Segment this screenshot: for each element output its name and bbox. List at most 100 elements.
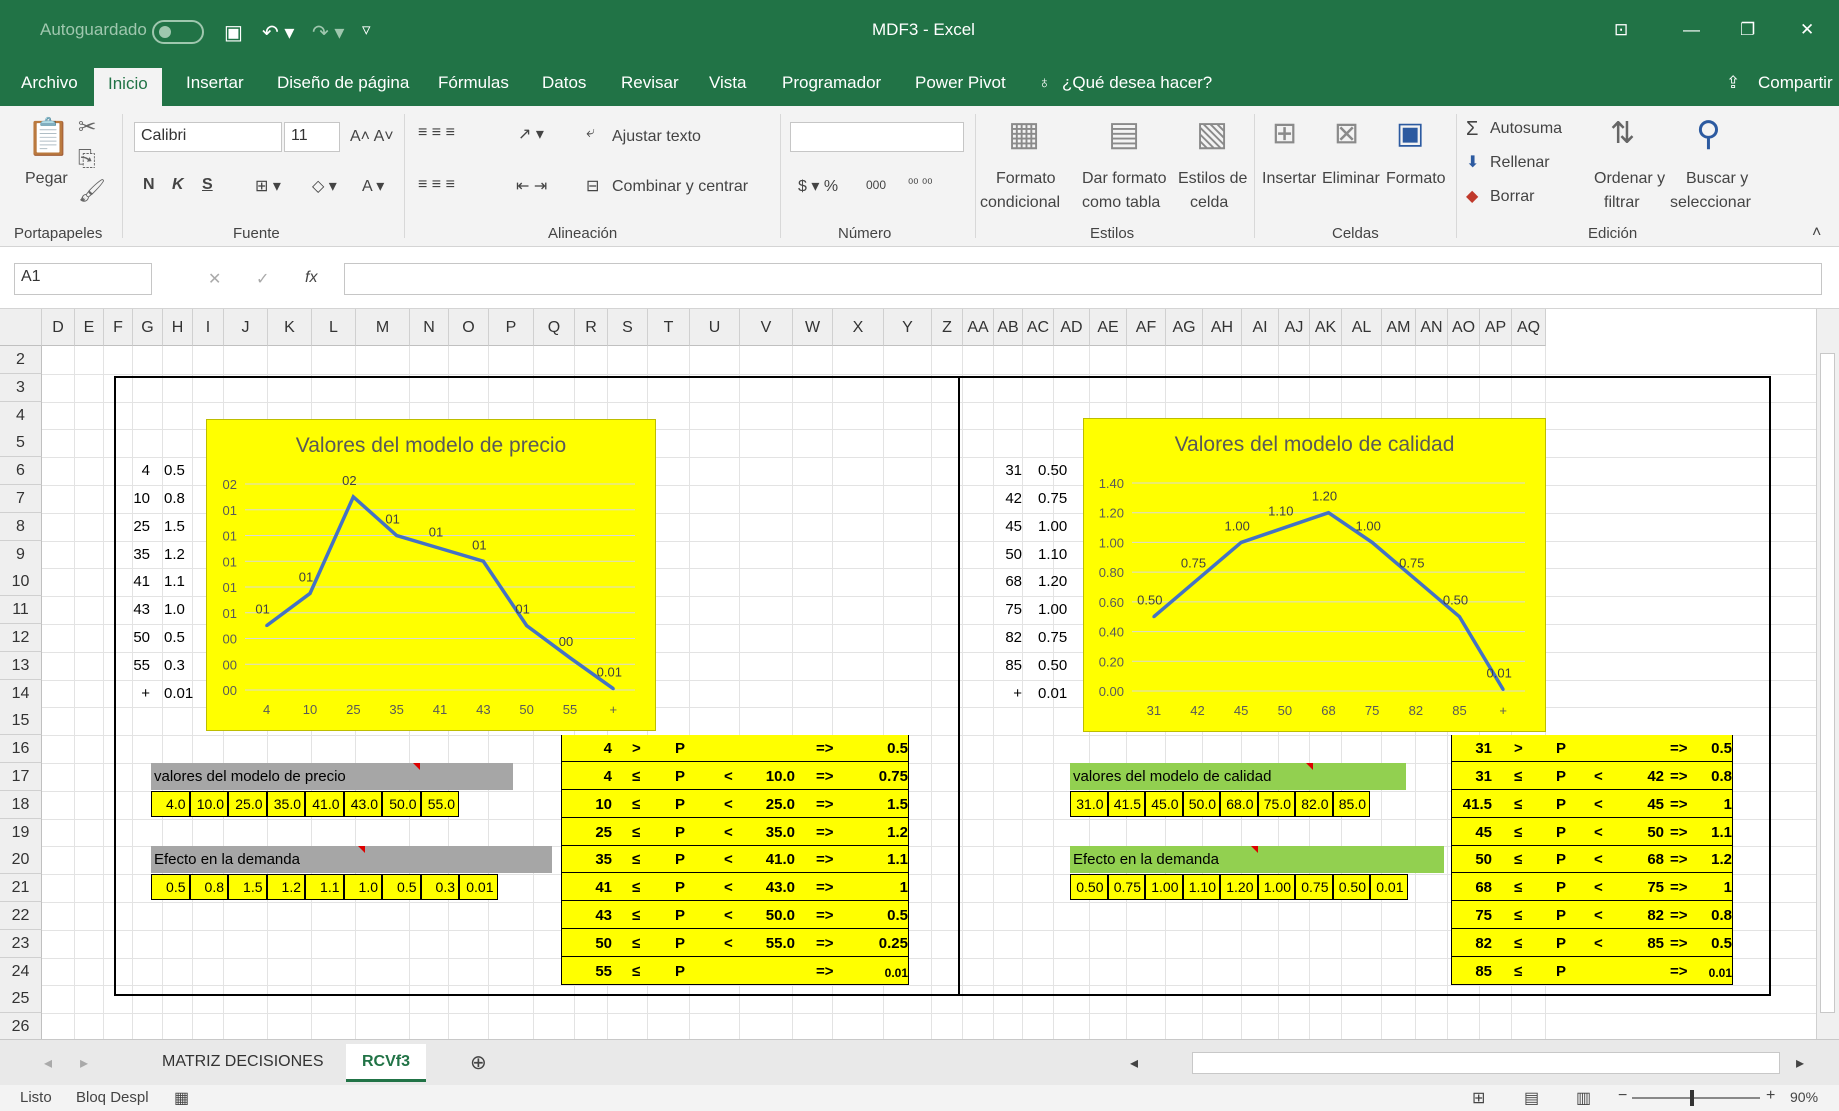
- align-left-icon[interactable]: ≡ ≡ ≡: [418, 176, 455, 194]
- sheet-tab-rcvf3[interactable]: RCVf3: [346, 1044, 427, 1082]
- sheet-tab-matriz[interactable]: MATRIZ DECISIONES: [162, 1053, 324, 1071]
- paste-button[interactable]: Pegar: [25, 170, 68, 188]
- row-header[interactable]: 20: [0, 846, 42, 875]
- column-header[interactable]: U: [690, 309, 740, 346]
- column-header[interactable]: K: [268, 309, 312, 346]
- row-header[interactable]: 22: [0, 902, 42, 930]
- decimal-icons[interactable]: ⁰⁰ ⁰⁰: [908, 176, 932, 192]
- enter-icon[interactable]: ✓: [256, 269, 269, 289]
- row-header[interactable]: 25: [0, 985, 42, 1014]
- column-header[interactable]: R: [575, 309, 608, 346]
- tab-formulas[interactable]: Fórmulas: [438, 73, 509, 93]
- merge-center-button[interactable]: Combinar y centrar: [612, 178, 748, 196]
- row-header[interactable]: 3: [0, 373, 42, 402]
- prev-sheet-icon[interactable]: ◂: [44, 1053, 52, 1073]
- indent-icon[interactable]: ⇤ ⇥: [516, 176, 547, 196]
- row-header[interactable]: 13: [0, 651, 42, 680]
- row-header[interactable]: 17: [0, 763, 42, 791]
- hscroll-left-icon[interactable]: ◂: [1130, 1053, 1138, 1073]
- increase-font-icon[interactable]: A˄ A˅: [350, 128, 394, 146]
- column-header[interactable]: T: [648, 309, 690, 346]
- cell-styles-line2[interactable]: celda: [1190, 194, 1228, 212]
- row-header[interactable]: 6: [0, 457, 42, 486]
- page-break-icon[interactable]: ▥: [1576, 1088, 1591, 1108]
- cancel-icon[interactable]: ✕: [208, 269, 221, 289]
- paste-icon[interactable]: 📋: [26, 116, 71, 158]
- column-header[interactable]: AN: [1416, 309, 1448, 346]
- insert-function-button[interactable]: fx: [305, 269, 317, 287]
- tab-datos[interactable]: Datos: [542, 73, 586, 93]
- chart-quality[interactable]: Valores del modelo de calidad 1.40 1.20 1.0…: [1083, 418, 1546, 732]
- tab-diseno[interactable]: Diseño de página: [277, 73, 409, 93]
- select-all-corner[interactable]: [0, 309, 42, 346]
- row-header[interactable]: 2: [0, 346, 42, 374]
- redo-icon[interactable]: ↷ ▾: [312, 20, 344, 45]
- tab-archivo[interactable]: Archivo: [21, 73, 78, 93]
- formula-input[interactable]: [344, 263, 1822, 295]
- column-header[interactable]: AM: [1382, 309, 1416, 346]
- tab-insertar[interactable]: Insertar: [186, 73, 244, 93]
- column-header[interactable]: X: [833, 309, 884, 346]
- column-header[interactable]: AL: [1342, 309, 1382, 346]
- page-layout-icon[interactable]: ▤: [1524, 1088, 1539, 1108]
- column-header[interactable]: AO: [1448, 309, 1480, 346]
- chart-price[interactable]: Valores del modelo de precio 02 01 01 01 01 01…: [206, 419, 656, 731]
- customize-qat-icon[interactable]: ▿: [362, 20, 371, 40]
- find-select-line2[interactable]: seleccionar: [1670, 194, 1751, 212]
- row-header[interactable]: 8: [0, 512, 42, 541]
- ribbon-display-icon[interactable]: ⊡: [1614, 20, 1628, 40]
- column-header[interactable]: P: [489, 309, 534, 346]
- column-header[interactable]: AG: [1166, 309, 1203, 346]
- autosave-toggle[interactable]: [152, 20, 204, 44]
- row-header[interactable]: 21: [0, 874, 42, 903]
- row-header[interactable]: 7: [0, 485, 42, 513]
- column-header[interactable]: AB: [994, 309, 1023, 346]
- column-header[interactable]: AH: [1203, 309, 1242, 346]
- autosum-button[interactable]: Autosuma: [1490, 120, 1562, 138]
- column-header[interactable]: Q: [534, 309, 575, 346]
- column-header[interactable]: Z: [932, 309, 963, 346]
- row-header[interactable]: 9: [0, 540, 42, 569]
- column-header[interactable]: O: [449, 309, 489, 346]
- tab-vista[interactable]: Vista: [709, 73, 747, 93]
- add-sheet-icon[interactable]: ⊕: [470, 1050, 487, 1075]
- column-header[interactable]: AD: [1054, 309, 1090, 346]
- tab-revisar[interactable]: Revisar: [621, 73, 679, 93]
- undo-icon[interactable]: ↶ ▾: [262, 20, 294, 45]
- insert-cells-button[interactable]: Insertar: [1262, 170, 1316, 188]
- conditional-format-line2[interactable]: condicional: [980, 194, 1060, 212]
- column-header[interactable]: AJ: [1279, 309, 1310, 346]
- accounting-format-icon[interactable]: $ ▾ %: [798, 176, 838, 196]
- column-header[interactable]: M: [356, 309, 410, 346]
- row-header[interactable]: 10: [0, 568, 42, 597]
- vertical-scroll-thumb[interactable]: [1820, 353, 1835, 1013]
- cell-styles-line1[interactable]: Estilos de: [1178, 170, 1247, 188]
- column-header[interactable]: V: [740, 309, 793, 346]
- column-header[interactable]: L: [312, 309, 356, 346]
- find-select-line1[interactable]: Buscar y: [1686, 170, 1748, 188]
- row-header[interactable]: 26: [0, 1013, 42, 1039]
- row-header[interactable]: 24: [0, 957, 42, 986]
- wrap-text-button[interactable]: Ajustar texto: [612, 128, 701, 146]
- borders-icon[interactable]: ⊞ ▾: [255, 176, 281, 196]
- column-header[interactable]: AK: [1310, 309, 1342, 346]
- worksheet-grid[interactable]: D E F G H I J K L M N O P Q R S T U V W X Y Z AA AB AC AD AE AF AG AH A…: [0, 309, 1839, 1039]
- column-header[interactable]: W: [793, 309, 833, 346]
- fill-button[interactable]: Rellenar: [1490, 154, 1550, 172]
- column-header[interactable]: H: [163, 309, 193, 346]
- cut-icon[interactable]: ✂: [78, 114, 96, 140]
- comma-style-icon[interactable]: 000: [866, 178, 886, 192]
- horizontal-scrollbar[interactable]: [1192, 1052, 1780, 1074]
- column-header[interactable]: AI: [1242, 309, 1279, 346]
- column-header[interactable]: AC: [1023, 309, 1054, 346]
- zoom-level[interactable]: 90%: [1790, 1089, 1818, 1105]
- zoom-slider[interactable]: [1632, 1090, 1760, 1106]
- hscroll-right-icon[interactable]: ▸: [1796, 1053, 1804, 1073]
- column-header[interactable]: AA: [963, 309, 994, 346]
- column-header[interactable]: I: [193, 309, 224, 346]
- row-header[interactable]: 14: [0, 679, 42, 708]
- column-header[interactable]: AE: [1090, 309, 1127, 346]
- row-header[interactable]: 11: [0, 596, 42, 625]
- column-header[interactable]: AF: [1127, 309, 1166, 346]
- minimize-icon[interactable]: —: [1683, 20, 1700, 40]
